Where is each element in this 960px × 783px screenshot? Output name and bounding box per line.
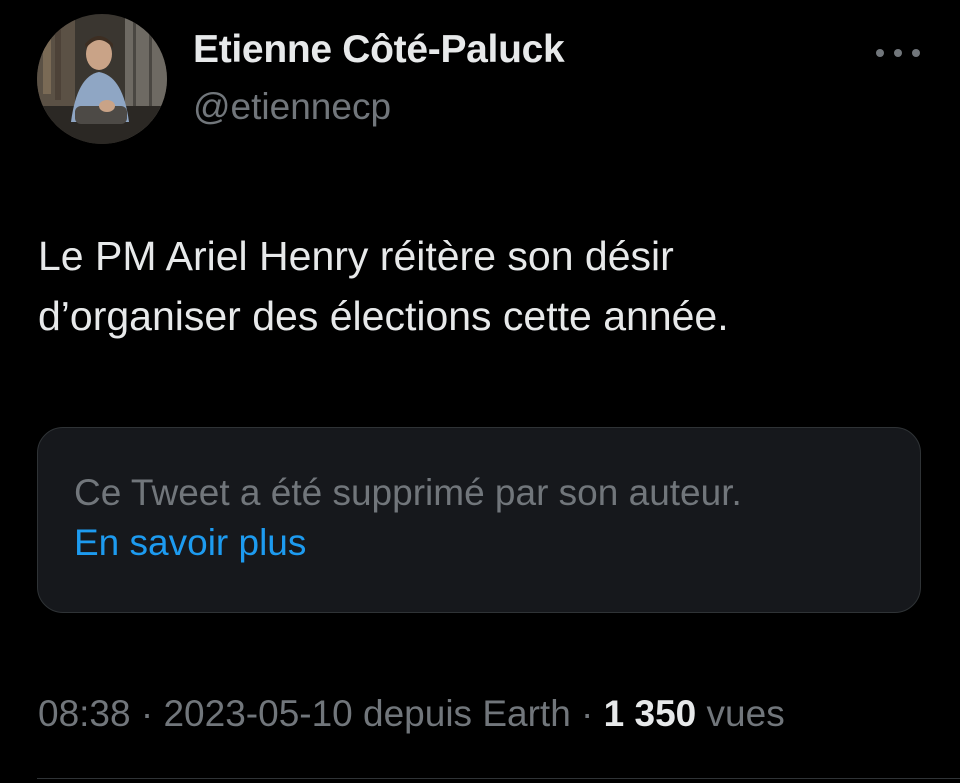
- tweet: Etienne Côté-Paluck @etiennecp Le PM Ari…: [0, 0, 960, 783]
- tweet-source: depuis Earth: [363, 693, 571, 734]
- views-label: vues: [706, 693, 785, 734]
- learn-more-link[interactable]: En savoir plus: [74, 522, 306, 564]
- quoted-tweet-card[interactable]: Ce Tweet a été supprimé par son auteur. …: [37, 427, 921, 613]
- avatar[interactable]: [37, 14, 167, 144]
- meta-separator: ·: [130, 693, 164, 734]
- views-count[interactable]: 1 350: [604, 693, 697, 734]
- divider: [37, 778, 960, 779]
- author-handle[interactable]: @etiennecp: [193, 86, 391, 128]
- author-display-name[interactable]: Etienne Côté-Paluck: [193, 28, 565, 72]
- quoted-tweet-deleted-notice: Ce Tweet a été supprimé par son auteur.: [74, 472, 742, 513]
- tweet-time[interactable]: 08:38: [38, 693, 131, 734]
- meta-separator: ·: [570, 693, 604, 734]
- tweet-text: Le PM Ariel Henry réitère son désir d’or…: [38, 233, 729, 339]
- more-options-button[interactable]: [868, 36, 928, 70]
- tweet-date[interactable]: 2023-05-10: [163, 693, 352, 734]
- tweet-metadata: 08:38 · 2023-05-10 depuis Earth · 1 350 …: [38, 693, 785, 735]
- avatar-photo: [37, 14, 167, 144]
- ellipsis-horizontal-icon: [876, 49, 920, 57]
